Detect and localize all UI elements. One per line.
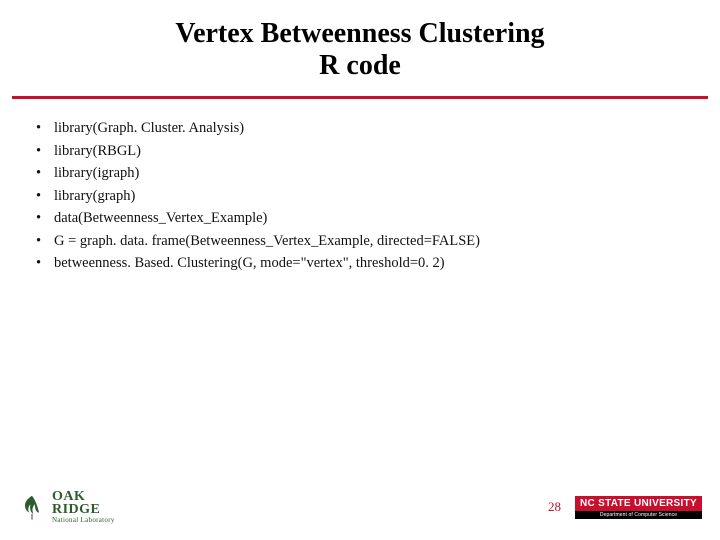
bullet-text: library(RBGL)	[54, 140, 720, 162]
bullet-dot-icon: •	[32, 252, 54, 274]
bullet-item: • library(graph)	[32, 185, 720, 207]
bullet-dot-icon: •	[32, 230, 54, 252]
page-number: 28	[548, 499, 561, 515]
oak-sub-label: National Laboratory	[52, 517, 115, 524]
oak-top-label: OAK	[52, 490, 115, 503]
title-line-1: Vertex Betweenness Clustering	[60, 18, 660, 50]
bullet-text: data(Betweenness_Vertex_Example)	[54, 207, 720, 229]
slide-title: Vertex Betweenness Clustering R code	[0, 18, 720, 92]
bullet-item: • library(RBGL)	[32, 140, 720, 162]
bullet-text: library(graph)	[54, 185, 720, 207]
bullet-text: library(igraph)	[54, 162, 720, 184]
footer-right: 28 NC STATE UNIVERSITY Department of Com…	[548, 496, 702, 519]
oak-ridge-text: OAK RIDGE National Laboratory	[52, 490, 115, 524]
slide: Vertex Betweenness Clustering R code • l…	[0, 0, 720, 540]
bullet-item: • library(igraph)	[32, 162, 720, 184]
leaf-icon	[18, 493, 46, 521]
ncstate-bottom-label: Department of Computer Science	[575, 511, 702, 519]
title-line-2: R code	[60, 50, 660, 82]
bullet-dot-icon: •	[32, 162, 54, 184]
bullet-item: • library(Graph. Cluster. Analysis)	[32, 117, 720, 139]
oak-bottom-label: RIDGE	[52, 503, 115, 516]
bullet-text: library(Graph. Cluster. Analysis)	[54, 117, 720, 139]
bullet-dot-icon: •	[32, 140, 54, 162]
content-area: • library(Graph. Cluster. Analysis) • li…	[0, 99, 720, 274]
bullet-dot-icon: •	[32, 207, 54, 229]
bullet-text: betweenness. Based. Clustering(G, mode="…	[54, 252, 720, 274]
bullet-dot-icon: •	[32, 117, 54, 139]
ncstate-logo: NC STATE UNIVERSITY Department of Comput…	[575, 496, 702, 519]
ncstate-top-label: NC STATE UNIVERSITY	[575, 496, 702, 511]
footer: OAK RIDGE National Laboratory 28 NC STAT…	[0, 484, 720, 530]
bullet-dot-icon: •	[32, 185, 54, 207]
oak-ridge-logo: OAK RIDGE National Laboratory	[18, 490, 115, 524]
bullet-item: • G = graph. data. frame(Betweenness_Ver…	[32, 230, 720, 252]
bullet-item: • betweenness. Based. Clustering(G, mode…	[32, 252, 720, 274]
bullet-item: • data(Betweenness_Vertex_Example)	[32, 207, 720, 229]
bullet-text: G = graph. data. frame(Betweenness_Verte…	[54, 230, 720, 252]
